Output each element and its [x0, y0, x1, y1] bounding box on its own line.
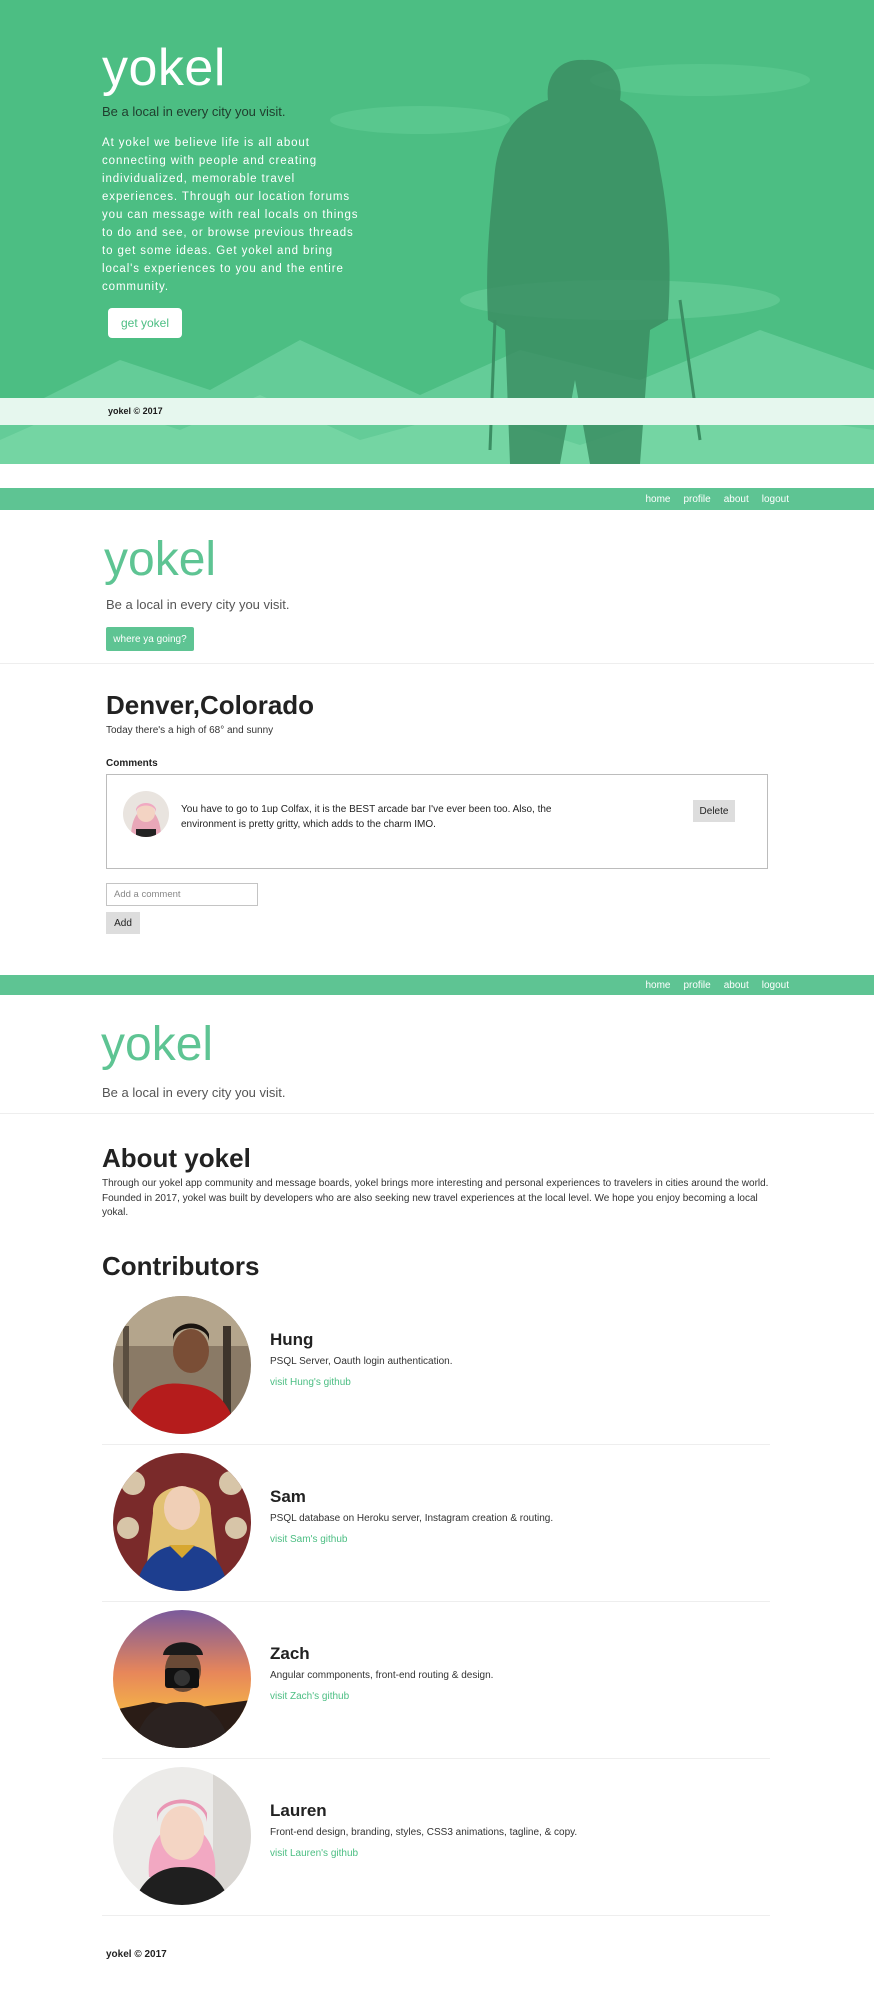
add-comment-input[interactable] — [106, 883, 258, 906]
contributor-name: Hung — [270, 1330, 314, 1349]
contributor-name: Zach — [270, 1644, 310, 1663]
github-link[interactable]: visit Lauren's github — [270, 1848, 358, 1859]
hero-footer-copyright: yokel © 2017 — [108, 406, 163, 416]
city-title: Denver,Colorado — [106, 690, 315, 720]
divider — [102, 1758, 770, 1759]
github-link[interactable]: visit Hung's github — [270, 1377, 351, 1388]
contributor-card: Zach Angular commponents, front-end rout… — [102, 1610, 770, 1767]
hero-footer: yokel © 2017 — [0, 398, 874, 425]
contributor-role: PSQL Server, Oauth login authentication. — [270, 1356, 453, 1367]
commenter-avatar — [123, 791, 169, 837]
contributor-photo — [113, 1296, 251, 1434]
about-heading: About yokel — [102, 1143, 251, 1173]
contributor-card: Hung PSQL Server, Oauth login authentica… — [102, 1296, 770, 1453]
contributor-photo — [113, 1610, 251, 1748]
about-body: Through our yokel app community and mess… — [102, 1178, 769, 1218]
nav-about[interactable]: about — [724, 980, 749, 991]
nav-about[interactable]: about — [724, 494, 749, 505]
divider — [102, 1915, 770, 1916]
comment-card: You have to go to 1up Colfax, it is the … — [106, 774, 768, 869]
comment-text: You have to go to 1up Colfax, it is the … — [181, 804, 552, 830]
contributor-card: Sam PSQL database on Heroku server, Inst… — [102, 1453, 770, 1610]
contributor-name: Sam — [270, 1487, 306, 1506]
brand-logo[interactable]: yokel — [104, 532, 216, 587]
delete-comment-button[interactable]: Delete — [693, 800, 735, 822]
nav-home[interactable]: home — [645, 494, 670, 505]
nav-profile[interactable]: profile — [683, 980, 710, 991]
brand-logo[interactable]: yokel — [101, 1017, 213, 1072]
contributor-card: Lauren Front-end design, branding, style… — [102, 1767, 770, 1924]
divider — [0, 1113, 874, 1114]
add-comment-button[interactable]: Add — [106, 912, 140, 934]
nav-home[interactable]: home — [645, 980, 670, 991]
contributor-photo — [113, 1767, 251, 1905]
nav-logout[interactable]: logout — [762, 980, 789, 991]
contributor-role: PSQL database on Heroku server, Instagra… — [270, 1513, 554, 1524]
tagline: Be a local in every city you visit. — [102, 1085, 286, 1100]
tagline: Be a local in every city you visit. — [106, 597, 290, 612]
hero-title: yokel — [102, 39, 226, 97]
where-ya-going-button[interactable]: where ya going? — [106, 627, 194, 651]
top-navbar: home profile about logout — [0, 488, 874, 510]
hero-section: yokel Be a local in every city you visit… — [0, 0, 874, 464]
github-link[interactable]: visit Sam's github — [270, 1534, 348, 1545]
get-yokel-button[interactable]: get yokel — [108, 308, 182, 338]
hero-tagline: Be a local in every city you visit. — [102, 104, 286, 119]
hero-description: At yokel we believe life is all about co… — [102, 137, 359, 293]
contributor-role: Angular commponents, front-end routing &… — [270, 1670, 494, 1681]
weather-text: Today there's a high of 68° and sunny — [106, 725, 274, 736]
contributors-heading: Contributors — [102, 1251, 260, 1281]
footer-copyright: yokel © 2017 — [106, 1949, 167, 1960]
github-link[interactable]: visit Zach's github — [270, 1691, 349, 1702]
top-navbar: home profile about logout — [0, 975, 874, 995]
nav-profile[interactable]: profile — [683, 494, 710, 505]
contributor-name: Lauren — [270, 1801, 327, 1820]
contributor-photo — [113, 1453, 251, 1591]
divider — [0, 663, 874, 664]
divider — [102, 1444, 770, 1445]
divider — [102, 1601, 770, 1602]
contributor-role: Front-end design, branding, styles, CSS3… — [270, 1827, 578, 1838]
nav-logout[interactable]: logout — [762, 494, 789, 505]
comments-heading: Comments — [106, 758, 158, 769]
